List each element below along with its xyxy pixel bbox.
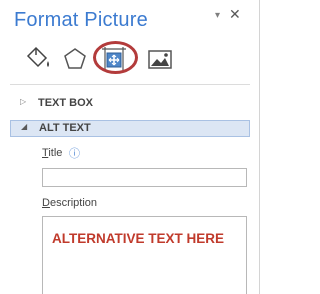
description-mnemonic: D <box>42 197 50 209</box>
pane-controls: ▾ ✕ <box>215 7 245 24</box>
section-alt-text[interactable]: ◢ ALT TEXT <box>10 120 250 137</box>
section-alt-text-label: ALT TEXT <box>39 122 91 134</box>
description-field-label: Description <box>42 197 97 209</box>
description-label-rest: escription <box>49 197 98 209</box>
format-picture-pane: Format Picture ▾ ✕ ▷ TEXT BOX ◢ ALT TEXT… <box>0 0 260 294</box>
expand-arrow-icon: ▷ <box>20 97 27 106</box>
pentagon-icon <box>64 48 86 69</box>
tab-picture[interactable] <box>145 44 175 74</box>
highlight-circle <box>93 41 138 74</box>
pane-options-dropdown-icon[interactable]: ▾ <box>215 10 220 22</box>
description-input-value: ALTERNATIVE TEXT HERE <box>52 231 225 246</box>
description-input[interactable]: ALTERNATIVE TEXT HERE <box>42 216 247 294</box>
pane-title: Format Picture <box>14 9 148 31</box>
title-label-rest: itle <box>48 147 63 159</box>
tab-effects[interactable] <box>60 44 90 74</box>
title-field-label: Title <box>42 147 62 159</box>
divider <box>10 84 250 85</box>
paint-bucket-icon <box>26 46 49 68</box>
section-text-box[interactable]: ▷ TEXT BOX <box>10 95 250 113</box>
collapse-arrow-icon: ◢ <box>21 122 28 131</box>
picture-icon <box>148 50 172 69</box>
section-text-box-label: TEXT BOX <box>38 97 94 109</box>
info-icon[interactable]: ⓘ <box>69 145 80 161</box>
tab-fill-line[interactable] <box>24 44 54 74</box>
close-pane-icon[interactable]: ✕ <box>229 7 241 21</box>
title-input[interactable] <box>42 168 247 187</box>
